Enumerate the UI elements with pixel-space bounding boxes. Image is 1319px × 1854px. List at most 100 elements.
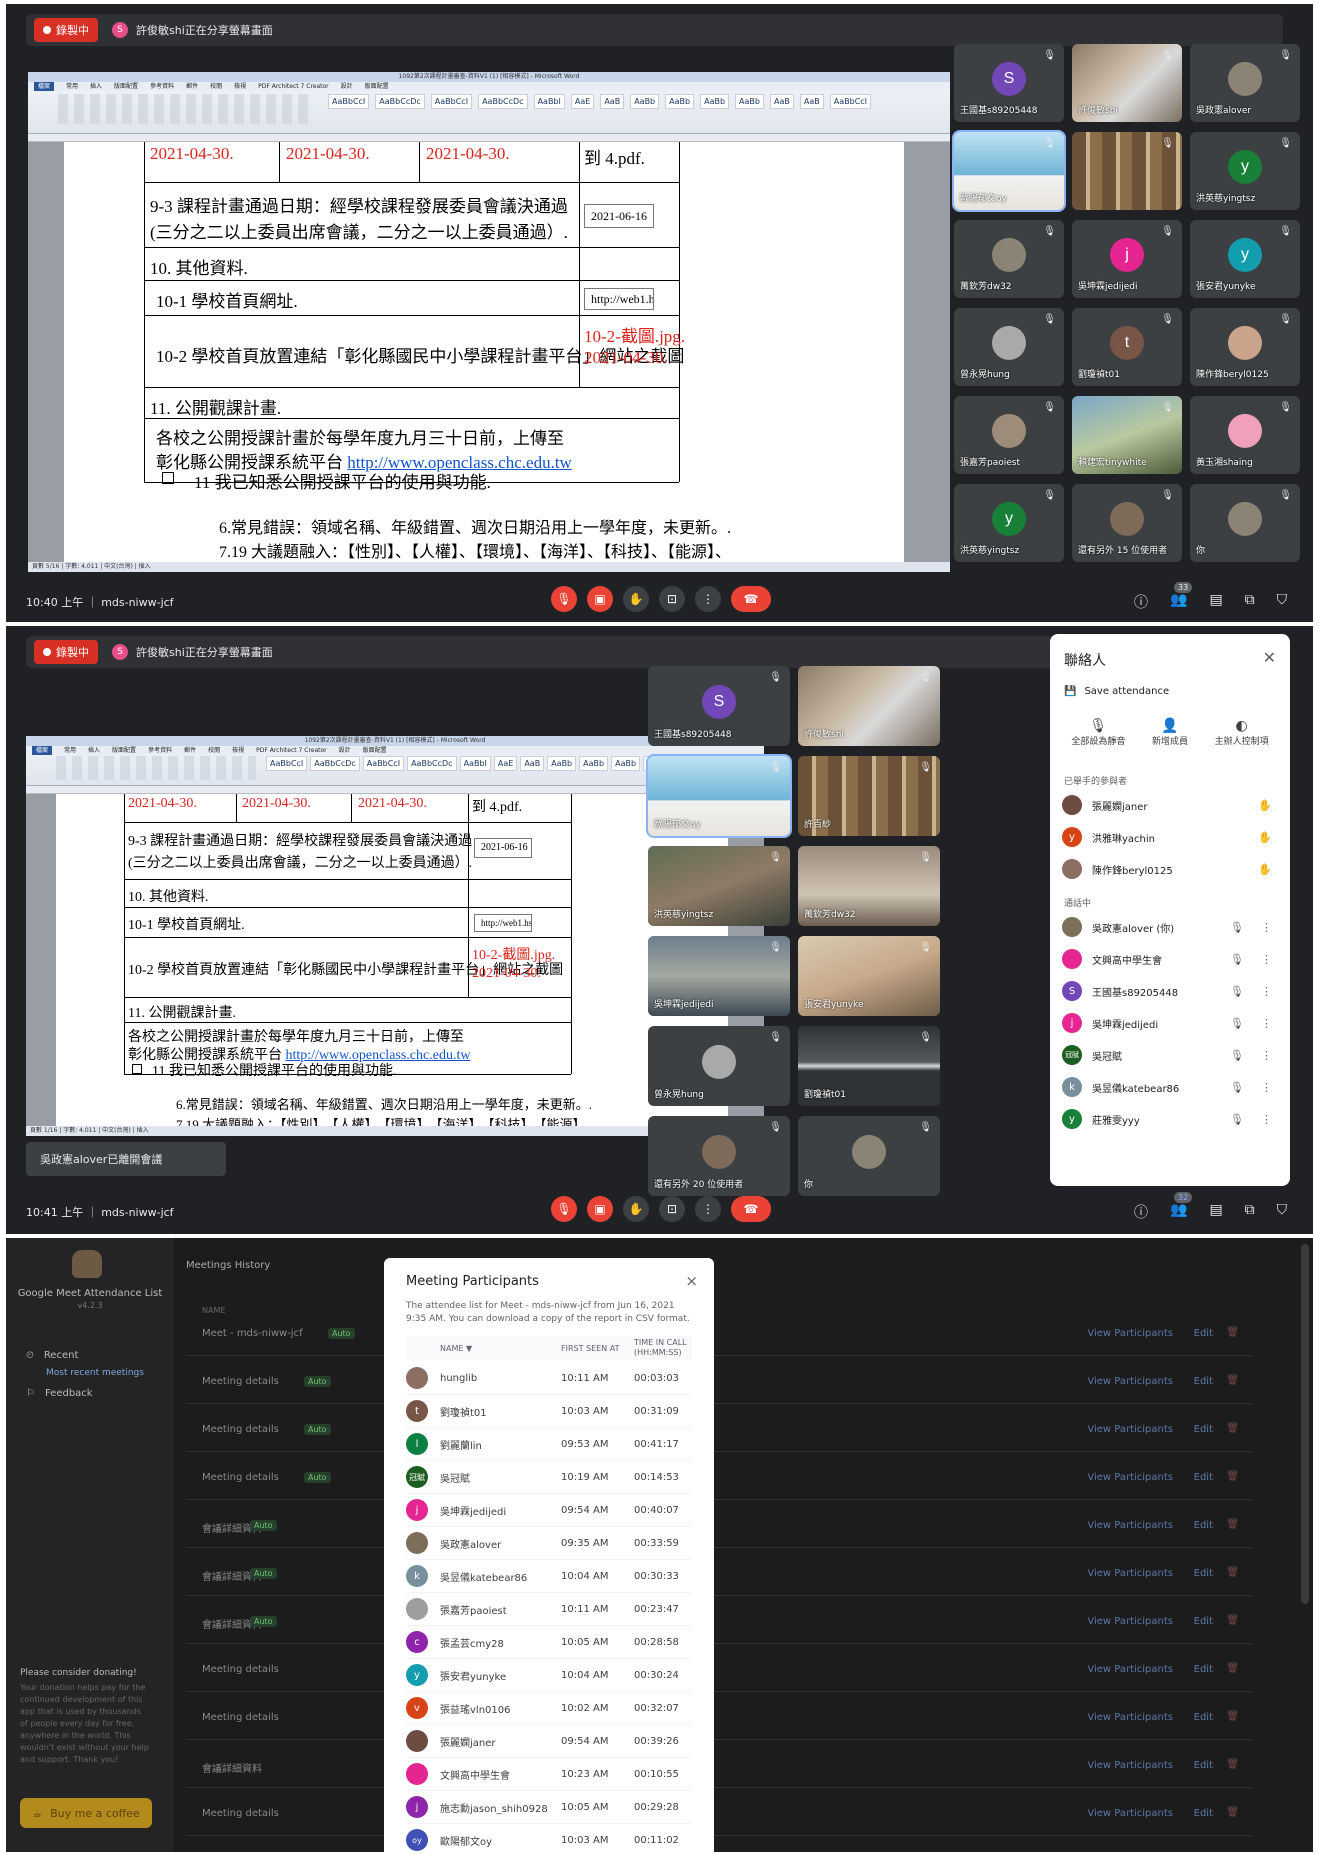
view-participants-link[interactable]: View Participants bbox=[1087, 1712, 1173, 1723]
ribbon-tab[interactable]: 版面配置 bbox=[365, 82, 389, 91]
ribbon-tab[interactable]: 參考資料 bbox=[148, 746, 172, 755]
feedback-nav[interactable]: ⚐ Feedback bbox=[26, 1388, 93, 1399]
participant-tile[interactable]: 🎙 許俊敏shi bbox=[798, 666, 940, 746]
meeting-row[interactable]: Meeting details View Participants Edit 🗑 bbox=[186, 1650, 1253, 1692]
view-participants-link[interactable]: View Participants bbox=[1087, 1808, 1173, 1819]
ribbon-tab[interactable]: 參考資料 bbox=[150, 82, 174, 91]
meeting-row[interactable]: Meeting details Auto View Participants Edit… bbox=[186, 1362, 1253, 1404]
approval-date-input[interactable]: 2021-06-16 bbox=[474, 838, 532, 858]
participant-tile[interactable]: S 🎙 王國基s89205448 bbox=[954, 44, 1064, 122]
raise-hand-button[interactable]: ✋ bbox=[623, 586, 649, 612]
meeting-row[interactable]: 會議詳細資料 Auto View Participants Edit 🗑 bbox=[186, 1602, 1253, 1644]
meeting-row[interactable]: Meeting details View Participants Edit 🗑 bbox=[186, 1698, 1253, 1740]
acknowledge-checkbox[interactable] bbox=[162, 472, 174, 484]
meeting-name[interactable]: 會議詳細資料 bbox=[202, 1760, 262, 1775]
activities-icon[interactable]: ⧉ bbox=[1245, 592, 1255, 612]
sort-name-header[interactable]: NAME ▼ bbox=[440, 1344, 472, 1353]
style-swatch[interactable]: AaBbCcDc bbox=[407, 756, 457, 771]
ribbon-tab[interactable]: 插入 bbox=[90, 82, 102, 91]
meeting-name[interactable]: Meeting details bbox=[202, 1424, 279, 1435]
view-participants-link[interactable]: View Participants bbox=[1087, 1376, 1173, 1387]
participant-row[interactable]: 文興高中學生會 🎙 ⋮ bbox=[1062, 944, 1278, 974]
security-icon[interactable]: ⛉ bbox=[1277, 592, 1288, 612]
style-swatch[interactable]: AaBbCcI bbox=[829, 94, 872, 109]
participant-tile[interactable]: 🎙 萬欽芳dw32 bbox=[798, 846, 940, 926]
mic-muted-icon[interactable]: 🎙 bbox=[1230, 921, 1244, 934]
mic-muted-icon[interactable]: 🎙 bbox=[1230, 1017, 1244, 1030]
raised-hand-icon[interactable]: ✋ bbox=[1258, 831, 1272, 844]
meeting-row[interactable]: 會議詳細資料 Auto View Participants Edit 🗑 bbox=[186, 1506, 1253, 1548]
more-icon[interactable]: ⋮ bbox=[1261, 1049, 1272, 1062]
present-button[interactable]: ⊡ bbox=[659, 586, 685, 612]
delete-icon[interactable]: 🗑 bbox=[1226, 1663, 1239, 1674]
add-people-button[interactable]: 👤 新增成員 bbox=[1152, 718, 1188, 747]
style-swatch[interactable]: AaBbCcDc bbox=[310, 756, 360, 771]
participant-tile[interactable]: 🎙 張嘉芳paoiest bbox=[954, 396, 1064, 474]
more-options-button[interactable]: ⋮ bbox=[695, 586, 721, 612]
buy-coffee-button[interactable]: ☕ Buy me a coffee bbox=[20, 1798, 152, 1828]
most-recent-link[interactable]: Most recent meetings bbox=[46, 1368, 144, 1378]
style-swatch[interactable]: AaBbCcI bbox=[266, 756, 308, 771]
security-icon[interactable]: ⛉ bbox=[1277, 1202, 1288, 1222]
ribbon-tab[interactable]: PDF Architect 7 Creator bbox=[256, 746, 327, 755]
participant-tile[interactable]: 🎙 張安君yunyke bbox=[798, 936, 940, 1016]
recording-badge[interactable]: 錄製中 bbox=[34, 640, 98, 664]
meeting-row[interactable]: Meeting details Auto View Participants Edit… bbox=[186, 1458, 1253, 1500]
meeting-row[interactable]: 會議詳細資料 Auto View Participants Edit 🗑 bbox=[186, 1554, 1253, 1596]
participant-row[interactable]: 吳政憲alover (你) 🎙 ⋮ bbox=[1062, 912, 1278, 942]
edit-link[interactable]: Edit bbox=[1194, 1616, 1213, 1627]
style-swatch[interactable]: AaBb bbox=[735, 94, 764, 109]
edit-link[interactable]: Edit bbox=[1194, 1328, 1213, 1339]
participant-row[interactable]: 冠賦 吳冠賦 🎙 ⋮ bbox=[1062, 1040, 1278, 1070]
school-url-input[interactable]: http://web1.hs bbox=[474, 914, 532, 932]
raised-hand-icon[interactable]: ✋ bbox=[1258, 799, 1272, 812]
more-icon[interactable]: ⋮ bbox=[1261, 1017, 1272, 1030]
delete-icon[interactable]: 🗑 bbox=[1226, 1807, 1239, 1818]
style-swatch[interactable]: AaBb bbox=[630, 94, 660, 109]
host-controls-button[interactable]: ◐ 主辦人控制項 bbox=[1215, 718, 1269, 747]
ribbon-tab[interactable]: 檢視 bbox=[234, 82, 246, 91]
edit-link[interactable]: Edit bbox=[1194, 1472, 1213, 1483]
participant-tile[interactable]: S 🎙 王國基s89205448 bbox=[648, 666, 790, 746]
edit-link[interactable]: Edit bbox=[1194, 1760, 1213, 1771]
participant-tile[interactable]: 🎙 還有另外 20 位使用者 bbox=[648, 1116, 790, 1196]
view-participants-link[interactable]: View Participants bbox=[1087, 1760, 1173, 1771]
ribbon-tab[interactable]: 插入 bbox=[88, 746, 100, 755]
participant-tile[interactable]: 🎙 許俊敏shi bbox=[1072, 44, 1182, 122]
ribbon-tab[interactable]: 版面配置 bbox=[363, 746, 387, 755]
ribbon-tab[interactable]: 設計 bbox=[339, 746, 351, 755]
meeting-name[interactable]: Meet - mds-niww-jcf bbox=[202, 1328, 303, 1339]
raise-hand-button[interactable]: ✋ bbox=[623, 1196, 649, 1222]
style-swatch[interactable]: AaE bbox=[493, 756, 518, 771]
participant-row[interactable]: y 莊雅雯yyy 🎙 ⋮ bbox=[1062, 1104, 1278, 1134]
ribbon-tab[interactable]: PDF Architect 7 Creator bbox=[258, 82, 329, 91]
more-icon[interactable]: ⋮ bbox=[1261, 985, 1272, 998]
meeting-row[interactable]: Meet - mds-niww-jcf Auto View Participants… bbox=[186, 1314, 1253, 1356]
ribbon-tab[interactable]: 檔案 bbox=[32, 746, 53, 755]
participant-tile[interactable]: 🎙 吳政憲alover bbox=[1190, 44, 1300, 122]
style-swatch[interactable]: AaBb bbox=[611, 756, 641, 771]
close-icon[interactable]: ✕ bbox=[1263, 648, 1276, 667]
participant-tile[interactable]: y 🎙 洪英慈yingtsz bbox=[954, 484, 1064, 562]
style-swatch[interactable]: AaB bbox=[799, 94, 824, 109]
camera-off-button[interactable]: ▣ bbox=[587, 586, 613, 612]
style-swatch[interactable]: AaBbCcI bbox=[328, 94, 370, 109]
style-swatch[interactable]: AaBbCcDc bbox=[478, 94, 528, 109]
participant-tile[interactable]: y 🎙 洪英慈yingtsz bbox=[1190, 132, 1300, 210]
people-icon[interactable]: 👥 32 bbox=[1170, 1192, 1193, 1222]
view-participants-link[interactable]: View Participants bbox=[1087, 1568, 1173, 1579]
more-options-button[interactable]: ⋮ bbox=[695, 1196, 721, 1222]
ribbon-tab[interactable]: 檢視 bbox=[232, 746, 244, 755]
participant-tile[interactable]: 🎙 陳作鋒beryl0125 bbox=[1190, 308, 1300, 386]
edit-link[interactable]: Edit bbox=[1194, 1808, 1213, 1819]
view-participants-link[interactable]: View Participants bbox=[1087, 1520, 1173, 1531]
view-participants-link[interactable]: View Participants bbox=[1087, 1472, 1173, 1483]
style-swatch[interactable]: AaBb bbox=[665, 94, 695, 109]
style-swatch[interactable]: AaBbCcI bbox=[430, 94, 473, 109]
mic-muted-icon[interactable]: 🎙 bbox=[1230, 953, 1244, 966]
style-swatch[interactable]: AaE bbox=[570, 94, 595, 109]
ribbon-tab[interactable]: 郵件 bbox=[186, 82, 198, 91]
mic-muted-icon[interactable]: 🎙 bbox=[1230, 1081, 1244, 1094]
mic-off-button[interactable]: 🎙 bbox=[551, 586, 577, 612]
delete-icon[interactable]: 🗑 bbox=[1226, 1327, 1239, 1338]
